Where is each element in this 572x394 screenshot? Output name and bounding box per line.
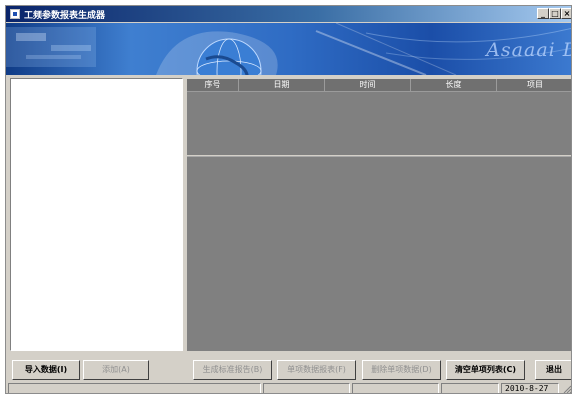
status-segment-1	[8, 383, 261, 393]
exit-button[interactable]: 退出	[535, 360, 571, 380]
maximize-button[interactable]: □	[549, 8, 561, 19]
resize-grip-icon[interactable]	[561, 383, 571, 393]
column-header-date[interactable]: 日期	[239, 79, 325, 92]
single-report-button[interactable]: 单项数据报表(F)	[277, 360, 356, 380]
minimize-button[interactable]: _	[537, 8, 549, 19]
column-header-index[interactable]: 序号	[187, 79, 239, 92]
banner-brand-text: Asaaai D	[486, 39, 572, 61]
title-bar[interactable]: 工频参数报表生成器 _ □ ×	[6, 6, 571, 22]
column-header-item[interactable]: 项目	[497, 79, 571, 92]
close-button[interactable]: ×	[561, 8, 571, 19]
data-table-bottom[interactable]	[187, 156, 571, 351]
status-bar: 2010-8-27	[6, 383, 571, 393]
status-segment-3	[352, 383, 439, 393]
clear-list-button[interactable]: 清空单项列表(C)	[446, 360, 525, 380]
import-data-button[interactable]: 导入数据(I)	[12, 360, 80, 380]
window-title: 工频参数报表生成器	[24, 11, 106, 21]
status-segment-4	[441, 383, 499, 393]
main-window: 工频参数报表生成器 _ □ × Asaaai D 序号 日期 时间 长度 项目 …	[5, 5, 572, 394]
status-date: 2010-8-27	[501, 383, 559, 393]
header-banner: Asaaai D	[6, 23, 572, 75]
item-list-panel[interactable]	[10, 78, 183, 351]
status-segment-2	[263, 383, 350, 393]
delete-single-button[interactable]: 删除单项数据(D)	[362, 360, 441, 380]
data-table-top[interactable]: 序号 日期 时间 长度 项目	[187, 79, 571, 155]
table-header: 序号 日期 时间 长度 项目	[187, 79, 571, 92]
column-header-length[interactable]: 长度	[411, 79, 497, 92]
generate-report-button[interactable]: 生成标准报告(B)	[193, 360, 272, 380]
app-icon[interactable]	[10, 9, 20, 19]
add-button[interactable]: 添加(A)	[83, 360, 149, 380]
column-header-time[interactable]: 时间	[325, 79, 411, 92]
